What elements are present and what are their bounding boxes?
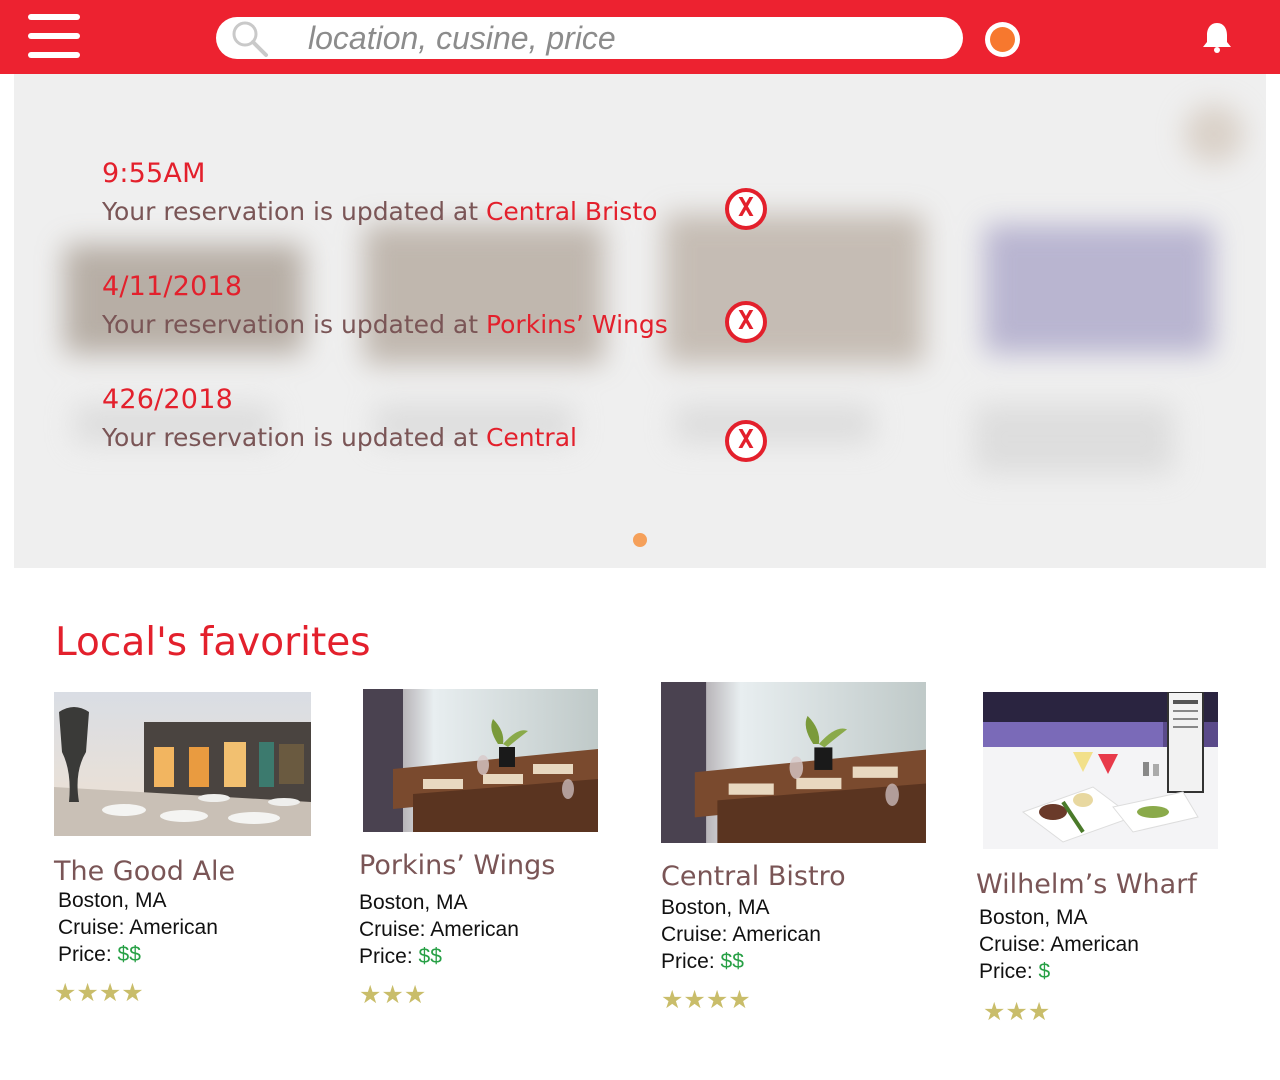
notification-item: 4/11/2018 Your reservation is updated at… xyxy=(102,271,802,339)
price-value: $$ xyxy=(418,945,442,968)
restaurant-card[interactable]: Wilhelm’s Wharf Boston, MA Cruise: Ameri… xyxy=(976,692,1218,1026)
restaurant-card[interactable]: The Good Ale Boston, MA Cruise: American… xyxy=(54,692,311,1006)
price-label: Price: xyxy=(58,943,118,966)
restaurant-details: Boston, MA Cruise: American Price: $$ xyxy=(661,894,926,975)
restaurant-name[interactable]: The Good Ale xyxy=(54,856,311,887)
price-label: Price: xyxy=(979,960,1039,983)
search-bar[interactable] xyxy=(216,17,963,59)
notification-place[interactable]: Porkins’ Wings xyxy=(486,310,668,339)
search-icon xyxy=(232,21,268,57)
notification-item: 426/2018 Your reservation is updated at … xyxy=(102,384,802,452)
price-value: $$ xyxy=(117,943,141,966)
restaurant-details: Boston, MA Cruise: American Price: $$ xyxy=(359,889,598,970)
restaurant-cuisine: Cruise: American xyxy=(58,916,218,939)
notification-message: Your reservation is updated at Porkins’ … xyxy=(102,310,802,339)
restaurant-cuisine: Cruise: American xyxy=(661,923,821,946)
search-input[interactable] xyxy=(308,17,938,59)
top-bar xyxy=(0,0,1280,74)
restaurant-card[interactable]: Porkins’ Wings Boston, MA Cruise: Americ… xyxy=(359,689,598,1008)
restaurant-location: Boston, MA xyxy=(979,906,1088,929)
notification-item: 9:55AM Your reservation is updated at Ce… xyxy=(102,158,802,226)
notification-time: 426/2018 xyxy=(102,384,233,415)
price-value: $ xyxy=(1038,960,1051,983)
notification-place[interactable]: Central Bristo xyxy=(486,197,657,226)
restaurant-price: Price: $ xyxy=(979,958,1218,985)
restaurant-location: Boston, MA xyxy=(359,891,468,914)
restaurant-price: Price: $$ xyxy=(661,948,926,975)
notification-text: Your reservation is updated at xyxy=(102,423,486,452)
restaurant-photo[interactable] xyxy=(363,689,598,832)
carousel-page-indicator[interactable] xyxy=(633,533,647,547)
restaurant-photo[interactable] xyxy=(661,682,926,843)
dismiss-notification-button[interactable]: X xyxy=(725,188,767,230)
star-rating: ★★★ xyxy=(983,997,1051,1026)
restaurant-photo[interactable] xyxy=(983,692,1218,849)
restaurant-name[interactable]: Porkins’ Wings xyxy=(359,850,598,881)
dismiss-notification-button[interactable]: X xyxy=(725,420,767,462)
notification-time: 4/11/2018 xyxy=(102,271,243,302)
price-label: Price: xyxy=(359,945,419,968)
price-value: $$ xyxy=(720,950,744,973)
restaurant-location: Boston, MA xyxy=(661,896,770,919)
hamburger-menu-icon[interactable] xyxy=(28,13,80,59)
restaurant-details: Boston, MA Cruise: American Price: $ xyxy=(979,904,1218,985)
dismiss-notification-button[interactable]: X xyxy=(725,301,767,343)
restaurant-photo[interactable] xyxy=(54,692,311,836)
restaurant-price: Price: $$ xyxy=(58,941,311,968)
restaurant-location: Boston, MA xyxy=(58,889,167,912)
restaurant-name[interactable]: Wilhelm’s Wharf xyxy=(976,869,1218,900)
bell-icon[interactable] xyxy=(1200,20,1234,54)
notification-time: 9:55AM xyxy=(102,158,206,189)
notification-place[interactable]: Central xyxy=(486,423,577,452)
restaurant-details: Boston, MA Cruise: American Price: $$ xyxy=(58,887,311,968)
status-indicator[interactable] xyxy=(985,22,1020,57)
restaurant-cuisine: Cruise: American xyxy=(979,933,1139,956)
star-rating: ★★★★ xyxy=(661,985,751,1014)
section-title: Local's favorites xyxy=(55,620,371,665)
restaurant-price: Price: $$ xyxy=(359,943,598,970)
restaurant-name[interactable]: Central Bistro xyxy=(661,861,926,892)
star-rating: ★★★ xyxy=(359,980,427,1009)
notification-text: Your reservation is updated at xyxy=(102,310,486,339)
restaurant-card[interactable]: Central Bistro Boston, MA Cruise: Americ… xyxy=(661,682,926,1013)
notification-message: Your reservation is updated at Central B… xyxy=(102,197,802,226)
notification-message: Your reservation is updated at Central xyxy=(102,423,802,452)
notification-text: Your reservation is updated at xyxy=(102,197,486,226)
restaurant-cuisine: Cruise: American xyxy=(359,918,519,941)
price-label: Price: xyxy=(661,950,721,973)
star-rating: ★★★★ xyxy=(54,978,144,1007)
notification-panel: 9:55AM Your reservation is updated at Ce… xyxy=(14,74,1266,568)
